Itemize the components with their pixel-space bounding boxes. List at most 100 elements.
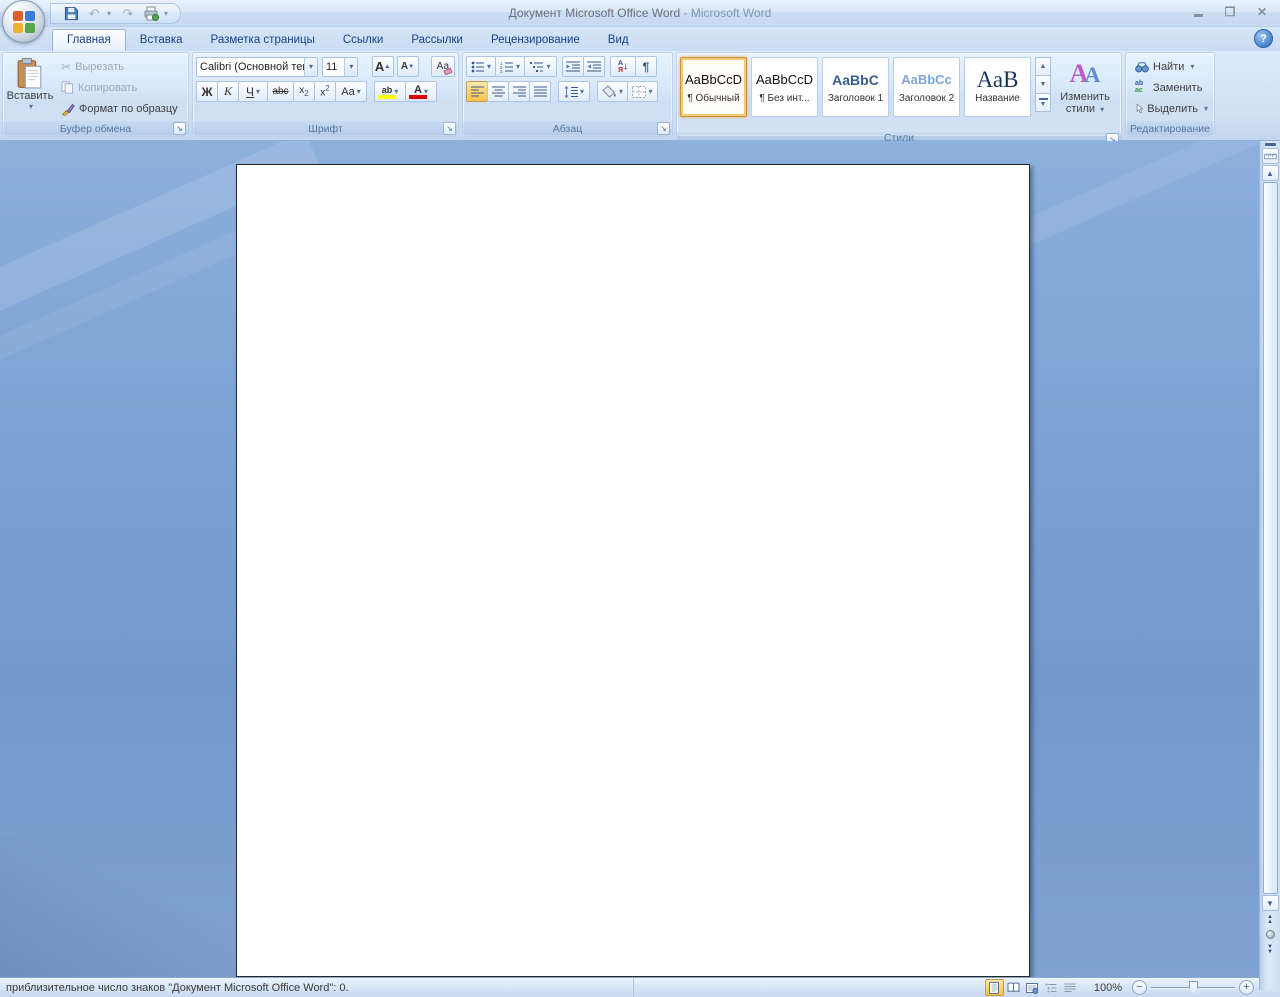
tab-home[interactable]: Главная	[52, 29, 126, 51]
italic-button[interactable]: К	[217, 81, 239, 102]
bullets-button[interactable]: ▾	[466, 56, 496, 77]
previous-page-button[interactable]: ▲ ▲	[1262, 912, 1279, 927]
underline-button[interactable]: Ч ▾	[238, 81, 268, 102]
find-button[interactable]: Найти ▾	[1132, 56, 1211, 77]
styles-scroll-up-button[interactable]: ▲	[1035, 57, 1051, 76]
zoom-slider-thumb[interactable]	[1189, 980, 1198, 994]
select-button[interactable]: Выделить ▾	[1132, 98, 1211, 119]
tab-review[interactable]: Рецензирование	[477, 30, 594, 51]
select-browse-object-button[interactable]	[1265, 930, 1275, 939]
justify-button[interactable]	[529, 81, 551, 102]
highlight-button[interactable]: ab ▾	[374, 81, 406, 102]
help-button[interactable]: ?	[1254, 29, 1273, 48]
style-heading2[interactable]: AaBbCc Заголовок 2	[893, 57, 960, 117]
close-button[interactable]: ✕	[1252, 4, 1272, 20]
style-no-spacing[interactable]: AaBbCcD ¶ Без инт...	[751, 57, 818, 117]
change-case-button[interactable]: Аа ▾	[335, 81, 367, 102]
zoom-level[interactable]: 100%	[1094, 982, 1122, 994]
align-right-button[interactable]	[508, 81, 530, 102]
multilevel-list-button[interactable]: ▾	[524, 56, 557, 77]
paragraph-dialog-launcher[interactable]: ↘	[657, 122, 670, 135]
tab-references[interactable]: Ссылки	[329, 30, 398, 51]
ruler-toggle-button[interactable]	[1261, 148, 1279, 164]
font-name-combo[interactable]: Calibri (Основной тек ▾	[196, 56, 318, 77]
scroll-down-button[interactable]: ▼	[1261, 895, 1279, 911]
borders-dropdown-icon[interactable]: ▾	[648, 87, 652, 96]
shading-dropdown-icon[interactable]: ▾	[619, 87, 623, 96]
increase-indent-button[interactable]	[583, 56, 605, 77]
align-center-button[interactable]	[487, 81, 509, 102]
document-page[interactable]	[236, 164, 1030, 977]
bullets-dropdown-icon[interactable]: ▾	[487, 62, 491, 71]
borders-button[interactable]: ▾	[627, 81, 658, 102]
cut-button[interactable]: ✂ Вырезать	[58, 56, 185, 77]
replace-button[interactable]: ab ac Заменить	[1132, 77, 1211, 98]
print-layout-view-button[interactable]	[984, 979, 1004, 996]
multilevel-list-dropdown-icon[interactable]: ▾	[546, 62, 550, 71]
office-button[interactable]	[2, 0, 45, 43]
change-case-dropdown-icon[interactable]: ▾	[357, 87, 361, 96]
zoom-out-button[interactable]: −	[1132, 980, 1147, 995]
split-window-handle[interactable]	[1264, 143, 1276, 146]
style-heading1[interactable]: AaBbC Заголовок 1	[822, 57, 889, 117]
font-group-label: Шрифт	[308, 122, 343, 135]
shading-button[interactable]: ▾	[597, 81, 628, 102]
scrollbar-thumb[interactable]	[1262, 182, 1278, 894]
next-page-button[interactable]: ▼ ▼	[1262, 942, 1279, 957]
decrease-indent-button[interactable]	[562, 56, 584, 77]
restore-button[interactable]: ❐	[1220, 4, 1240, 20]
scissors-icon: ✂	[61, 59, 72, 74]
format-painter-button[interactable]: Формат по образцу	[58, 98, 185, 119]
draft-view-button[interactable]	[1061, 979, 1080, 996]
numbering-icon: 123	[500, 61, 513, 73]
numbering-button[interactable]: 123 ▾	[495, 56, 525, 77]
copy-button[interactable]: Копировать	[58, 77, 185, 98]
strikethrough-button[interactable]: abc	[267, 81, 294, 102]
find-dropdown-icon[interactable]: ▾	[1190, 62, 1194, 71]
word-count-status[interactable]: приблизительное число знаков "Документ M…	[0, 978, 634, 997]
font-name-dropdown-icon[interactable]: ▾	[304, 57, 317, 76]
font-dialog-launcher[interactable]: ↘	[443, 122, 456, 135]
justify-icon	[533, 86, 547, 97]
web-layout-view-button[interactable]	[1023, 979, 1042, 996]
zoom-slider-track[interactable]	[1151, 980, 1235, 994]
tab-page-layout[interactable]: Разметка страницы	[197, 30, 329, 51]
outline-view-button[interactable]	[1042, 979, 1061, 996]
superscript-button[interactable]: x2	[314, 81, 336, 102]
style-normal[interactable]: AaBbCcD ¶ Обычный	[680, 57, 747, 117]
select-dropdown-icon[interactable]: ▾	[1204, 104, 1208, 113]
tab-view[interactable]: Вид	[594, 30, 643, 51]
numbering-dropdown-icon[interactable]: ▾	[516, 62, 520, 71]
change-styles-button[interactable]: AA Изменить стили ▾	[1055, 57, 1115, 131]
grow-font-button[interactable]: А ▲	[371, 56, 394, 77]
styles-scroll-down-button[interactable]: ▼	[1035, 75, 1051, 94]
font-size-combo[interactable]: 11 ▾	[322, 56, 359, 77]
font-color-label: А	[414, 83, 422, 96]
copy-icon	[61, 81, 74, 94]
paste-dropdown-icon[interactable]: ▾	[29, 102, 33, 111]
underline-dropdown-icon[interactable]: ▾	[256, 87, 260, 96]
subscript-button[interactable]: x2	[293, 81, 315, 102]
style-title[interactable]: АаВ Название	[964, 57, 1031, 117]
font-size-dropdown-icon[interactable]: ▾	[344, 57, 358, 76]
scroll-up-button[interactable]: ▲	[1261, 165, 1279, 181]
clipboard-dialog-launcher[interactable]: ↘	[173, 122, 186, 135]
fullscreen-reading-view-button[interactable]	[1004, 979, 1023, 996]
zoom-in-button[interactable]: +	[1239, 980, 1254, 995]
line-spacing-dropdown-icon[interactable]: ▾	[580, 87, 584, 96]
tab-mailings[interactable]: Рассылки	[397, 30, 477, 51]
minimize-button[interactable]	[1188, 4, 1208, 20]
font-color-button[interactable]: А ▾	[405, 81, 437, 102]
bold-button[interactable]: Ж	[196, 81, 218, 102]
show-marks-button[interactable]: ¶	[635, 56, 657, 77]
paste-button[interactable]: Вставить ▾	[6, 56, 54, 120]
tab-insert[interactable]: Вставка	[126, 30, 197, 51]
binoculars-icon	[1135, 61, 1149, 72]
align-left-button[interactable]	[466, 81, 488, 102]
sort-button[interactable]: А Я ↓	[610, 56, 636, 77]
change-styles-dropdown-icon[interactable]: ▾	[1100, 105, 1104, 114]
line-spacing-button[interactable]: ▾	[558, 81, 590, 102]
shrink-font-button[interactable]: А ▼	[396, 56, 419, 77]
styles-gallery-more-button[interactable]: ▼	[1035, 93, 1051, 112]
clear-formatting-button[interactable]: Аа	[430, 56, 455, 77]
